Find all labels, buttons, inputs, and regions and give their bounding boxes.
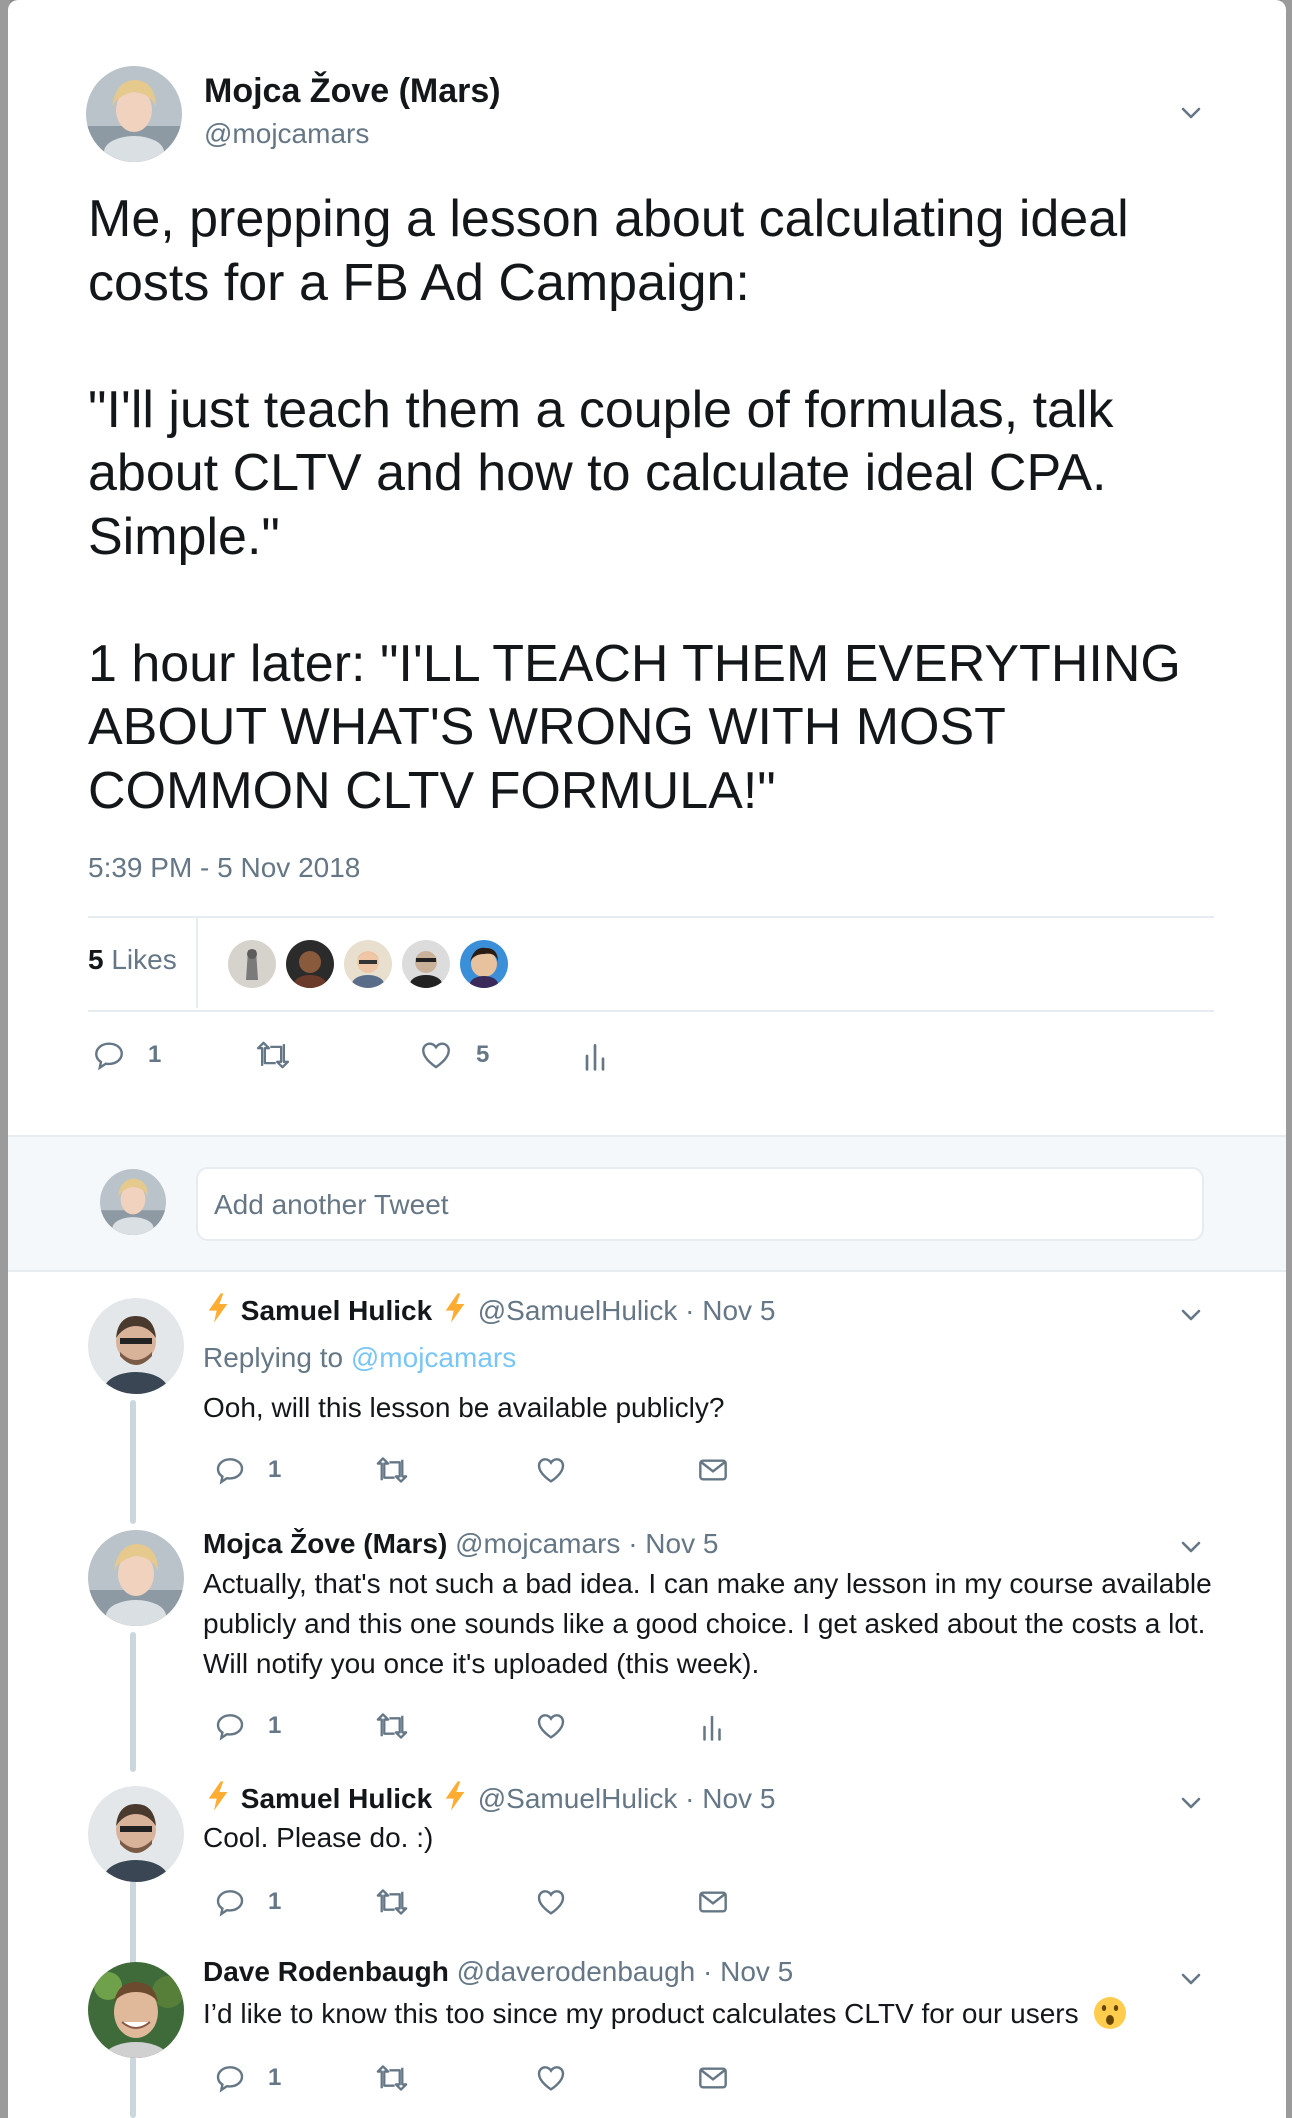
like-button[interactable]: [534, 2062, 568, 2094]
reply-button[interactable]: 1: [92, 1038, 161, 1072]
reply-meta: Mojca Žove (Mars) @mojcamars · Nov 5: [203, 1528, 718, 1560]
reply-icon: [216, 1890, 244, 1917]
reply-text: I’d like to know this too since my produ…: [203, 1994, 1223, 2034]
heart-icon: [537, 1458, 565, 1483]
retweet-icon: [376, 1457, 408, 1483]
reply-author-name[interactable]: Samuel Hulick: [241, 1783, 432, 1814]
analytics-button[interactable]: [700, 1712, 724, 1742]
chevron-down-icon[interactable]: [1174, 1786, 1208, 1820]
heart-icon: [537, 2066, 565, 2091]
thread-connector: [130, 2056, 136, 2118]
reply-avatar[interactable]: [88, 1962, 184, 2058]
reply-icon: [216, 2066, 244, 2093]
divider: [88, 916, 1214, 918]
reply-meta: Dave Rodenbaugh @daverodenbaugh · Nov 5: [203, 1956, 793, 1988]
like-button[interactable]: [534, 1710, 568, 1742]
chevron-down-icon[interactable]: [1174, 1962, 1208, 1996]
replying-to: Replying to @mojcamars: [203, 1342, 517, 1373]
tweet-timestamp[interactable]: 5:39 PM - 5 Nov 2018: [88, 852, 360, 884]
replying-to-link[interactable]: @mojcamars: [351, 1342, 516, 1373]
envelope-icon: [699, 2067, 727, 2089]
reply-author-handle[interactable]: @SamuelHulick: [478, 1295, 678, 1326]
reply-avatar[interactable]: [88, 1786, 184, 1882]
reply-avatar[interactable]: [88, 1298, 184, 1394]
retweet-button[interactable]: [374, 1886, 410, 1918]
reply-icon: [216, 1458, 244, 1485]
reply-author-name[interactable]: Samuel Hulick: [241, 1295, 432, 1326]
reply-avatar[interactable]: [88, 1530, 184, 1626]
reply-text: Actually, that's not such a bad idea. I …: [203, 1568, 1212, 1679]
reply-button[interactable]: 1: [214, 1710, 281, 1742]
reply-meta: Samuel Hulick @SamuelHulick · Nov 5: [203, 1780, 775, 1815]
direct-message-button[interactable]: [696, 2062, 730, 2094]
reply-author-handle[interactable]: @mojcamars: [455, 1528, 620, 1559]
current-user-avatar: [100, 1169, 166, 1235]
chevron-down-icon[interactable]: [1174, 1530, 1208, 1564]
tweet-text: Me, prepping a lesson about calculating …: [88, 190, 1181, 820]
surprised-face-emoji: [1094, 1997, 1127, 2029]
heart-icon: [537, 1714, 565, 1739]
chevron-down-icon[interactable]: [1174, 1298, 1208, 1332]
reply-author-name[interactable]: Mojca Žove (Mars): [203, 1528, 447, 1559]
retweet-button[interactable]: [254, 1038, 292, 1072]
lightning-bolt-icon: [445, 1781, 465, 1811]
add-tweet-input[interactable]: Add another Tweet: [196, 1167, 1204, 1241]
reply-text: Cool. Please do. :): [203, 1822, 434, 1853]
retweet-button[interactable]: [374, 1710, 410, 1742]
lightning-bolt-icon: [208, 1781, 228, 1811]
reply-icon: [95, 1042, 123, 1071]
reply-button[interactable]: 1: [214, 1454, 281, 1486]
reply-date[interactable]: · Nov 5: [703, 1956, 793, 1987]
reply-compose-area: Add another Tweet: [8, 1135, 1286, 1272]
retweet-button[interactable]: [374, 2062, 410, 2094]
retweet-icon: [256, 1041, 290, 1069]
retweet-button[interactable]: [374, 1454, 410, 1486]
divider: [88, 1010, 1214, 1012]
heart-icon: [537, 1890, 565, 1915]
reply-button[interactable]: 1: [214, 2062, 281, 2094]
reply-author-handle[interactable]: @daverodenbaugh: [457, 1956, 696, 1987]
author-avatar[interactable]: [86, 66, 182, 162]
liker-avatar[interactable]: [402, 940, 450, 988]
reply-button[interactable]: 1: [214, 1886, 281, 1918]
reply-author-name[interactable]: Dave Rodenbaugh: [203, 1956, 449, 1987]
retweet-icon: [376, 1889, 408, 1915]
author-name[interactable]: Mojca Žove (Mars): [204, 72, 501, 111]
retweet-icon: [376, 2065, 408, 2091]
liker-avatar[interactable]: [228, 940, 276, 988]
liker-avatar[interactable]: [344, 940, 392, 988]
analytics-icon: [585, 1044, 605, 1071]
thread-connector: [130, 1400, 136, 1524]
reply-date[interactable]: · Nov 5: [628, 1528, 718, 1559]
like-button[interactable]: 5: [418, 1038, 489, 1072]
reply-author-handle[interactable]: @SamuelHulick: [478, 1783, 678, 1814]
likes-count[interactable]: 5 Likes: [88, 944, 177, 976]
reply-date[interactable]: · Nov 5: [685, 1783, 775, 1814]
chevron-down-icon[interactable]: [1174, 96, 1208, 130]
like-button[interactable]: [534, 1454, 568, 1486]
thread-connector: [130, 1632, 136, 1772]
direct-message-button[interactable]: [696, 1886, 730, 1918]
lightning-bolt-icon: [208, 1293, 228, 1323]
likes-divider: [196, 916, 198, 1008]
reply-meta: Samuel Hulick @SamuelHulick · Nov 5: [203, 1292, 775, 1327]
liker-avatar[interactable]: [460, 940, 508, 988]
author-handle[interactable]: @mojcamars: [204, 118, 369, 150]
tweet-detail-card: Mojca Žove (Mars) @mojcamars Me, preppin…: [8, 0, 1286, 2118]
heart-icon: [422, 1042, 450, 1069]
lightning-bolt-icon: [445, 1293, 465, 1323]
liker-avatar[interactable]: [286, 940, 334, 988]
reply-text: Ooh, will this lesson be available publi…: [203, 1392, 725, 1423]
envelope-icon: [699, 1459, 727, 1481]
analytics-button[interactable]: [582, 1040, 608, 1072]
direct-message-button[interactable]: [696, 1454, 730, 1486]
retweet-icon: [376, 1713, 408, 1739]
reply-date[interactable]: · Nov 5: [685, 1295, 775, 1326]
like-button[interactable]: [534, 1886, 568, 1918]
reply-icon: [216, 1714, 244, 1741]
analytics-icon: [703, 1715, 721, 1741]
envelope-icon: [699, 1891, 727, 1913]
